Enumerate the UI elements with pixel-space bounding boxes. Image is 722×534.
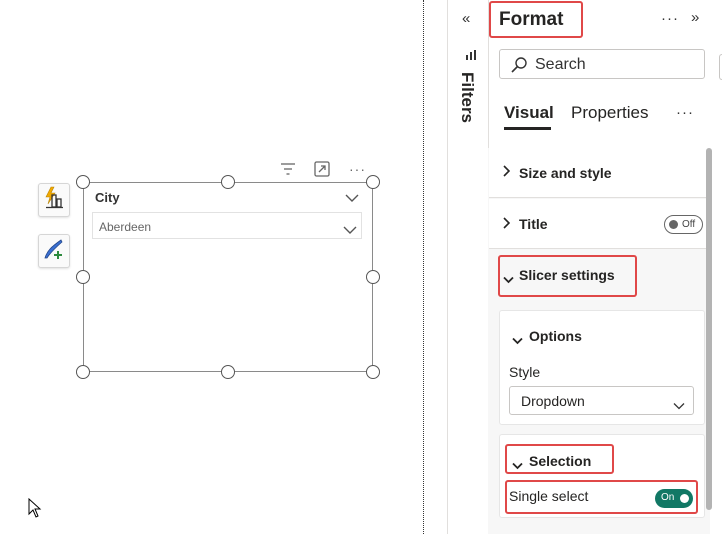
resize-handle[interactable] (221, 175, 235, 189)
resize-handle[interactable] (366, 365, 380, 379)
search-placeholder: Search (535, 56, 586, 73)
resize-handle[interactable] (76, 365, 90, 379)
filter-icon[interactable] (280, 162, 296, 180)
focus-mode-icon[interactable] (314, 161, 330, 181)
collapse-filters-icon[interactable]: « (462, 10, 470, 27)
more-options-icon[interactable]: ··· (676, 104, 694, 121)
resize-handle[interactable] (76, 175, 90, 189)
pane-scrollbar[interactable] (706, 148, 712, 510)
toggle-knob (669, 220, 678, 229)
filters-label[interactable]: Filters (458, 72, 477, 123)
expand-pane-icon[interactable]: » (691, 9, 699, 26)
more-options-icon[interactable]: ··· (349, 161, 366, 177)
options-card: Options Style Dropdown (499, 310, 705, 425)
chevron-down-icon (673, 397, 685, 415)
section-label: Title (519, 216, 548, 232)
resize-handle[interactable] (221, 365, 235, 379)
card-header[interactable]: Options (529, 328, 582, 344)
resize-handle[interactable] (366, 175, 380, 189)
chevron-right-icon (502, 165, 511, 180)
tab-visual[interactable]: Visual (504, 103, 554, 123)
toggle-state: Off (682, 219, 696, 230)
style-dropdown-value: Dropdown (521, 393, 585, 409)
style-label: Style (509, 364, 541, 380)
tab-properties[interactable]: Properties (571, 103, 648, 123)
mouse-cursor-icon (28, 497, 42, 523)
highlight-box (498, 255, 637, 297)
build-visual-icon (43, 186, 65, 215)
search-icon (510, 56, 528, 79)
highlight-box (505, 480, 698, 514)
slicer-dropdown[interactable]: Aberdeen (92, 212, 362, 239)
slicer-visual[interactable] (83, 182, 373, 372)
section-size-and-style[interactable]: Size and style (489, 148, 710, 198)
slicer-title: City (95, 190, 120, 205)
section-title[interactable]: Title Off (489, 199, 710, 249)
slicer-selected-value: Aberdeen (99, 220, 152, 234)
filter-bars-icon (465, 48, 477, 66)
title-toggle[interactable]: Off (664, 215, 703, 234)
highlight-box (505, 444, 614, 474)
active-tab-underline (504, 127, 551, 130)
more-options-icon[interactable]: ··· (661, 10, 679, 27)
format-visual-button[interactable] (38, 234, 70, 268)
canvas-divider (423, 0, 424, 534)
highlight-box (489, 1, 583, 38)
chevron-right-icon (502, 217, 511, 232)
resize-handle[interactable] (76, 270, 90, 284)
section-label: Size and style (519, 165, 612, 181)
chevron-down-icon (343, 222, 357, 240)
format-visual-icon (42, 237, 66, 266)
chevron-down-icon[interactable] (512, 332, 523, 350)
chevron-down-icon[interactable] (345, 190, 359, 208)
resize-handle[interactable] (366, 270, 380, 284)
build-visual-button[interactable] (38, 183, 70, 217)
style-dropdown[interactable]: Dropdown (509, 386, 694, 415)
search-input[interactable]: Search (499, 49, 705, 79)
